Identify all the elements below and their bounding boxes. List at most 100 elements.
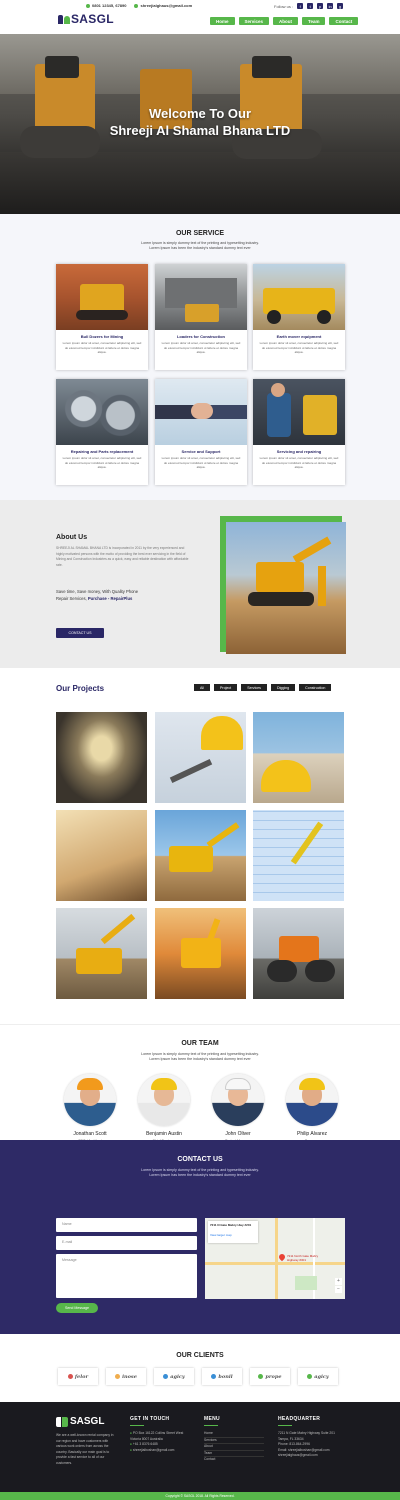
client-logo-text: felor (74, 1373, 89, 1380)
phone-icon (86, 3, 90, 8)
filter-digging[interactable]: Digging (270, 684, 296, 691)
main-nav: Home Services About Team Contact (210, 17, 359, 25)
member-name: Benjamin Austin (146, 1131, 182, 1137)
service-card-4[interactable]: Repairing and Parts replacement Lorem ip… (56, 379, 148, 485)
nav-about[interactable]: About (273, 17, 299, 25)
footer-logo-text: SASGL (70, 1416, 105, 1427)
project-image-roller[interactable] (253, 908, 344, 999)
pinterest-icon[interactable]: p (317, 3, 324, 9)
map-address-card: 7211 N Gate Mabry Hwy #201 View larger m… (208, 1221, 258, 1243)
contact-title: CONTACT US (177, 1156, 223, 1163)
services-subtitle-2: Lorem Ipsum has been the industry's stan… (149, 246, 251, 250)
page: 0801 12345, 67890 shreejialghaus@gmail.c… (0, 0, 400, 1500)
service-card-3[interactable]: Earth mover equipment Lorem ipsum dolor … (253, 264, 345, 370)
footer-link-contact[interactable]: Contact (204, 1457, 264, 1463)
send-message-button[interactable]: Send Message (56, 1303, 98, 1313)
client-logo-text: agicy (170, 1373, 185, 1380)
map-zoom-in-icon[interactable]: + (335, 1278, 342, 1285)
footer-email[interactable]: ● shreejialboshan@gmail.com (130, 1448, 194, 1454)
service-text: Lorem ipsum dolor sit amet, consectetur … (259, 456, 339, 469)
client-logo-icon (163, 1374, 169, 1379)
about-tagline-2: Repair Services, Purchase - RepairPlus (56, 595, 190, 602)
service-card-6[interactable]: Servicing and repairing Lorem ipsum dolo… (253, 379, 345, 485)
nav-team[interactable]: Team (302, 17, 326, 25)
logo-text: SASGL (71, 12, 114, 26)
hero-banner: Welcome To Our Shreeji Al Shamal Bhana L… (0, 34, 400, 214)
team-member-4: Philip Alvarez Foreman shreejialghaus@gm… (277, 1074, 347, 1149)
service-card-5[interactable]: Service and Support Lorem ipsum dolor si… (155, 379, 247, 485)
contact-subtitle-2: Lorem Ipsum has been the industry's stan… (149, 1173, 251, 1177)
filter-all[interactable]: All (194, 684, 210, 691)
footer-divider (130, 1425, 144, 1426)
hq-email-2[interactable]: shreejialghaus@gmail.com (278, 1453, 346, 1459)
contact-us-button[interactable]: CONTACT US (56, 628, 104, 638)
client-logo-icon (258, 1374, 264, 1379)
footer-address: ● PO Box 16122 Collins Street West Victo… (130, 1431, 194, 1442)
google-plus-icon[interactable]: g (337, 3, 344, 9)
nav-contact[interactable]: Contact (329, 17, 359, 25)
mail-icon (134, 3, 139, 8)
nav-home[interactable]: Home (210, 17, 235, 25)
contact-section: CONTACT US Lorem Ipsum is simply dummy t… (0, 1140, 400, 1334)
project-image-excavator-sunset[interactable] (155, 908, 246, 999)
service-image-mechanic (253, 379, 345, 445)
facebook-icon[interactable]: f (297, 3, 304, 9)
client-logo-icon (211, 1374, 217, 1379)
client-logo-text: bonil (218, 1373, 233, 1380)
team-member-3: John Oliver Project Manager shreejialgha… (203, 1074, 273, 1149)
linkedin-icon[interactable]: in (327, 3, 334, 9)
client-logo-6[interactable]: agicy (298, 1368, 338, 1385)
email-field[interactable]: E-mail (56, 1236, 197, 1250)
email-info[interactable]: shreejialghaus@gmail.com (134, 3, 192, 8)
service-text: Lorem ipsum dolor sit amet, consectetur … (259, 341, 339, 354)
client-logo-5[interactable]: prope (250, 1368, 290, 1385)
client-logo-2[interactable]: inose (106, 1368, 146, 1385)
service-card-1[interactable]: Bull Dozers for Mining Lorem ipsum dolor… (56, 264, 148, 370)
client-logo-icon (115, 1374, 121, 1379)
about-tagline: Save time, Save money, With Quality Phon… (56, 588, 190, 602)
about-tagline-2-prefix: Repair Services, (56, 596, 88, 601)
team-member-2: Benjamin Austin Chief Engineer shreejial… (129, 1074, 199, 1149)
about-tagline-2-link[interactable]: Purchase - RepairPlus (88, 596, 132, 601)
site-logo[interactable]: SASGL (57, 12, 114, 26)
team-member-1: Jonathan Scott CEO / Architect shreejial… (55, 1074, 125, 1149)
filter-construction[interactable]: Construction (299, 684, 332, 691)
project-image-excavator-sky[interactable] (56, 908, 147, 999)
client-logo-3[interactable]: agicy (154, 1368, 194, 1385)
twitter-icon[interactable]: t (307, 3, 314, 9)
nav-services[interactable]: Services (238, 17, 270, 25)
projects-title: Our Projects (56, 684, 105, 693)
map-pin-icon (277, 1252, 287, 1262)
hero-title-line1: Welcome To Our (148, 106, 252, 121)
message-field[interactable]: Message (56, 1254, 197, 1298)
filter-project[interactable]: Project (214, 684, 238, 691)
client-logo-1[interactable]: felor (58, 1368, 98, 1385)
map-road-v (275, 1218, 278, 1299)
header-email[interactable]: shreejialghaus@gmail.com (140, 3, 192, 8)
footer-email-text[interactable]: shreejialboshan@gmail.com (133, 1448, 174, 1452)
map-larger-link[interactable]: View larger map (210, 1233, 256, 1237)
project-image-helmet-site[interactable] (253, 712, 344, 803)
project-image-helmet-blueprint[interactable] (155, 712, 246, 803)
client-logo-text: prope (265, 1373, 282, 1380)
footer-heading-hq: HEADQUARTER (278, 1416, 321, 1422)
project-filters: All Project Services Digging Constructio… (194, 684, 332, 691)
location-map[interactable]: 7211 N Gate Mabry Hwy #201 View larger m… (205, 1218, 345, 1299)
client-logo-4[interactable]: bonil (202, 1368, 242, 1385)
hq-address: 7211 N Gate Mabry Highway Suite 201 Tamp… (278, 1431, 335, 1441)
service-card-2[interactable]: Loaders for Construction Lorem ipsum dol… (155, 264, 247, 370)
map-zoom-out-icon[interactable]: − (335, 1286, 342, 1293)
member-name: John Oliver (225, 1131, 251, 1137)
footer-logo[interactable]: SASGL (56, 1416, 118, 1427)
project-image-tunnel[interactable] (56, 712, 147, 803)
footer-about: SASGL We are a well-known rental company… (56, 1416, 118, 1466)
project-image-backhoe[interactable] (155, 810, 246, 901)
project-image-drawing[interactable] (56, 810, 147, 901)
project-image-blueprint[interactable] (253, 810, 344, 901)
client-logo-text: agicy (314, 1373, 329, 1380)
service-image-handshake (155, 379, 247, 445)
name-field[interactable]: Name (56, 1218, 197, 1232)
footer-heading-touch: GET IN TOUCH (130, 1416, 170, 1422)
filter-services[interactable]: Services (241, 684, 267, 691)
copyright-bar: Copyright © SASGL 2018. All Rights Reser… (0, 1492, 400, 1500)
